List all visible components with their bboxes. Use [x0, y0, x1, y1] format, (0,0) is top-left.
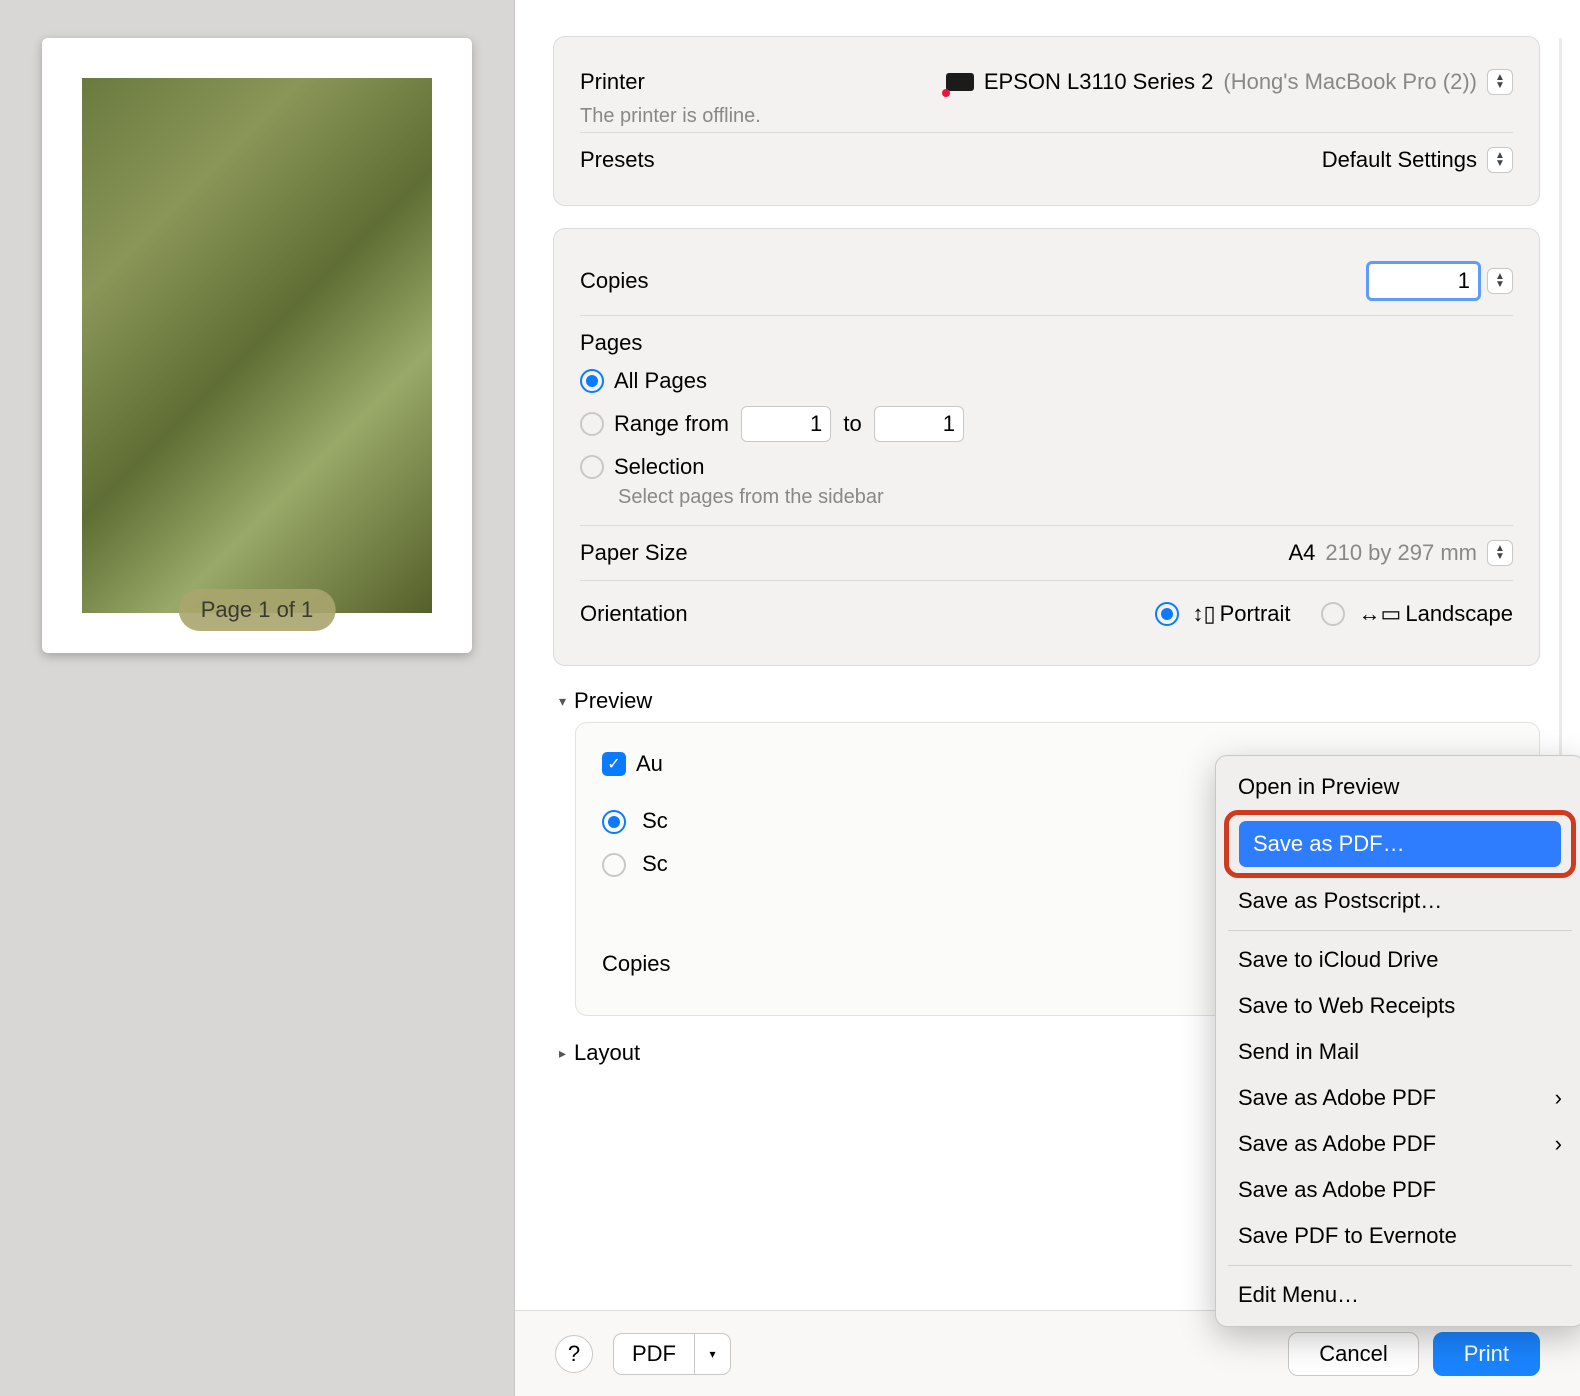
- landscape-icon: ↔▭: [1359, 601, 1402, 627]
- pdf-dropdown-menu: Open in Preview Save as PDF… Save as Pos…: [1215, 755, 1580, 1327]
- presets-label: Presets: [580, 147, 655, 173]
- menu-save-as-postscript[interactable]: Save as Postscript…: [1224, 878, 1576, 924]
- printer-status: The printer is offline.: [580, 105, 1513, 128]
- range-radio[interactable]: [580, 412, 604, 436]
- copies-input[interactable]: [1366, 261, 1481, 301]
- printer-label: Printer: [580, 69, 645, 95]
- presets-stepper-icon[interactable]: ▲▼: [1487, 147, 1513, 173]
- preview-photo: [82, 78, 432, 613]
- menu-save-pdf-evernote[interactable]: Save PDF to Evernote: [1224, 1213, 1576, 1259]
- menu-save-as-pdf[interactable]: Save as PDF…: [1224, 810, 1576, 878]
- range-to-input[interactable]: [874, 406, 964, 442]
- page-thumbnail[interactable]: Page 1 of 1: [42, 38, 472, 653]
- orientation-landscape[interactable]: ↔▭ Landscape: [1321, 595, 1513, 633]
- scale-label-a-partial: Sc: [642, 808, 668, 833]
- printer-name: EPSON L3110 Series 2: [984, 69, 1214, 95]
- copies-label: Copies: [580, 268, 648, 294]
- menu-save-to-icloud[interactable]: Save to iCloud Drive: [1224, 937, 1576, 983]
- scale-radio-a[interactable]: [602, 810, 626, 834]
- page-options-card: Copies ▲▼ Pages All Pages Range from: [553, 228, 1540, 666]
- all-pages-radio[interactable]: [580, 369, 604, 393]
- printer-presets-card: Printer EPSON L3110 Series 2 (Hong's Mac…: [553, 36, 1540, 206]
- preview-section-header[interactable]: ▾ Preview: [559, 688, 1540, 714]
- copies-stepper[interactable]: ▲▼: [1487, 268, 1513, 294]
- paper-size-dims: 210 by 297 mm: [1325, 540, 1477, 566]
- range-from-input[interactable]: [741, 406, 831, 442]
- print-button[interactable]: Print: [1433, 1332, 1540, 1376]
- scale-label-b-partial: Sc: [642, 851, 668, 876]
- printer-stepper-icon[interactable]: ▲▼: [1487, 69, 1513, 95]
- pages-label: Pages: [580, 320, 1513, 362]
- pdf-menu-button[interactable]: PDF ▾: [613, 1333, 731, 1375]
- menu-save-as-adobe-pdf-3[interactable]: Save as Adobe PDF: [1224, 1167, 1576, 1213]
- printer-host: (Hong's MacBook Pro (2)): [1223, 69, 1477, 95]
- presets-select[interactable]: Default Settings ▲▼: [1322, 147, 1513, 173]
- paper-size-label: Paper Size: [580, 540, 688, 566]
- chevron-down-icon: ▾: [559, 693, 566, 710]
- selection-label: Selection: [614, 454, 705, 480]
- copies-per-label: Copies: [602, 951, 670, 977]
- presets-value: Default Settings: [1322, 147, 1477, 173]
- printer-select[interactable]: EPSON L3110 Series 2 (Hong's MacBook Pro…: [946, 69, 1513, 95]
- paper-size-value: A4: [1288, 540, 1315, 566]
- menu-save-as-adobe-pdf-2[interactable]: Save as Adobe PDF: [1224, 1121, 1576, 1167]
- cancel-button[interactable]: Cancel: [1288, 1332, 1418, 1376]
- scale-radio-b[interactable]: [602, 853, 626, 877]
- printer-icon: [946, 73, 974, 91]
- auto-rotate-label-partial: Au: [636, 751, 663, 777]
- menu-save-to-web-receipts[interactable]: Save to Web Receipts: [1224, 983, 1576, 1029]
- menu-open-in-preview[interactable]: Open in Preview: [1224, 764, 1576, 810]
- portrait-icon: ↕▯: [1193, 601, 1216, 627]
- page-indicator: Page 1 of 1: [179, 589, 336, 631]
- range-to-label: to: [843, 411, 861, 437]
- chevron-down-icon[interactable]: ▾: [694, 1334, 730, 1374]
- selection-radio[interactable]: [580, 455, 604, 479]
- all-pages-label: All Pages: [614, 368, 707, 394]
- orientation-portrait[interactable]: ↕▯ Portrait: [1155, 595, 1291, 633]
- paper-size-select[interactable]: A4 210 by 297 mm ▲▼: [1288, 540, 1513, 566]
- orientation-label: Orientation: [580, 601, 688, 627]
- paper-stepper-icon[interactable]: ▲▼: [1487, 540, 1513, 566]
- range-label: Range from: [614, 411, 729, 437]
- chevron-right-icon: ▸: [559, 1045, 566, 1062]
- menu-send-in-mail[interactable]: Send in Mail: [1224, 1029, 1576, 1075]
- help-button[interactable]: ?: [555, 1335, 593, 1373]
- selection-hint: Select pages from the sidebar: [618, 486, 1513, 509]
- preview-sidebar: Page 1 of 1: [0, 0, 515, 1396]
- auto-rotate-checkbox[interactable]: ✓: [602, 752, 626, 776]
- menu-save-as-adobe-pdf-1[interactable]: Save as Adobe PDF: [1224, 1075, 1576, 1121]
- menu-edit-menu[interactable]: Edit Menu…: [1224, 1272, 1576, 1318]
